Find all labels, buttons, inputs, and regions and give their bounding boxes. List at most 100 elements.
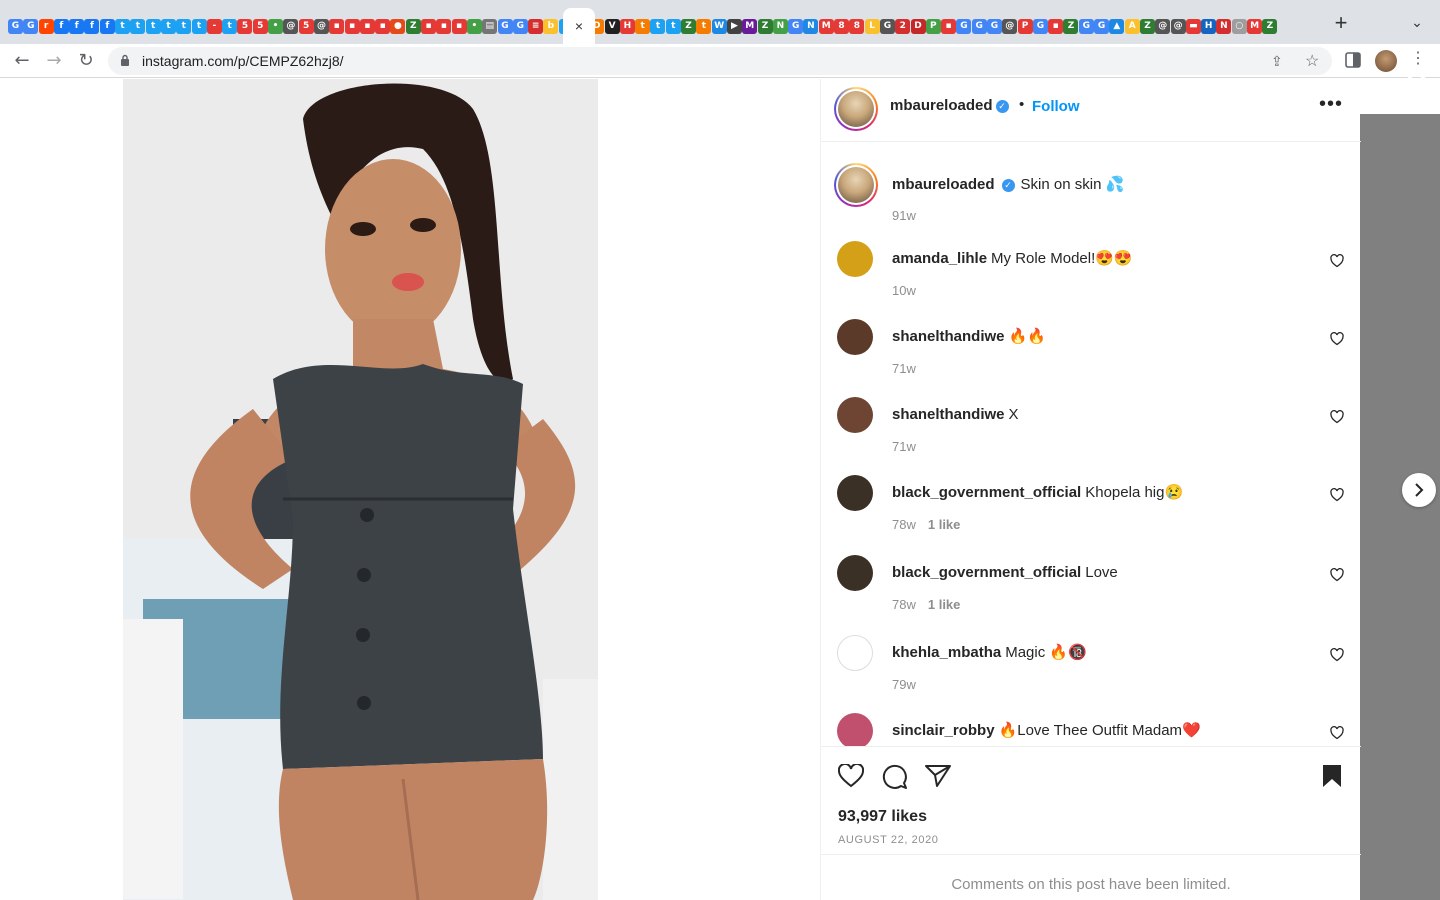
tab-favicon-icon[interactable]: t [191, 18, 207, 34]
commenter-avatar[interactable] [837, 397, 873, 433]
tab-favicon-icon[interactable]: ▤ [482, 18, 498, 34]
tab-favicon-icon[interactable]: ▪ [421, 18, 437, 34]
caption-username[interactable]: mbaureloaded [892, 176, 995, 193]
tab-favicon-icon[interactable]: V [604, 18, 620, 34]
tab-favicon-icon[interactable]: - [206, 18, 222, 34]
comment-time[interactable]: 71w [892, 439, 916, 454]
tab-search-icon[interactable]: ⌄ [1408, 14, 1426, 32]
tab-favicon-icon[interactable]: ▬ [1185, 18, 1201, 34]
tab-favicon-icon[interactable]: G [1094, 18, 1110, 34]
tab-favicon-icon[interactable]: Z [1262, 18, 1278, 34]
tab-favicon-icon[interactable]: t [665, 18, 681, 34]
tab-favicon-icon[interactable]: G [956, 18, 972, 34]
comment-like-heart-icon[interactable] [1330, 568, 1344, 582]
comment-like-heart-icon[interactable] [1330, 410, 1344, 424]
tab-favicon-icon[interactable]: @ [313, 18, 329, 34]
tab-favicon-icon[interactable]: ▪ [1048, 18, 1064, 34]
tab-favicon-icon[interactable]: H [619, 18, 635, 34]
comment-icon[interactable] [882, 764, 908, 789]
post-photo[interactable] [123, 79, 598, 900]
tab-favicon-icon[interactable]: M [818, 18, 834, 34]
tab-favicon-icon[interactable]: b [543, 18, 559, 34]
tab-favicon-icon[interactable]: t [115, 18, 131, 34]
commenter-avatar[interactable] [837, 635, 873, 671]
tab-favicon-icon[interactable]: ○ [1231, 18, 1247, 34]
tab-favicon-icon[interactable]: ▲ [1109, 18, 1125, 34]
tab-favicon-icon[interactable]: Z [681, 18, 697, 34]
tab-favicon-icon[interactable]: t [176, 18, 192, 34]
tab-favicon-icon[interactable]: G [497, 18, 513, 34]
paper-plane-icon[interactable] [925, 764, 951, 788]
likes-count[interactable]: 93,997 likes [838, 808, 927, 826]
tab-favicon-icon[interactable]: • [268, 18, 284, 34]
back-arrow-icon[interactable]: ← [10, 49, 34, 73]
comments-list[interactable]: mbaureloaded ✓ Skin on skin 💦 91w amanda_l… [821, 142, 1361, 746]
tab-favicon-icon[interactable]: P [925, 18, 941, 34]
tab-favicon-icon[interactable]: G [1078, 18, 1094, 34]
comment-like-heart-icon[interactable] [1330, 254, 1344, 268]
comment-like-heart-icon[interactable] [1330, 648, 1344, 662]
tab-favicon-icon[interactable]: r [38, 18, 54, 34]
tab-favicon-icon[interactable]: G [971, 18, 987, 34]
close-icon[interactable]: ✕ [1404, 71, 1429, 101]
tab-favicon-icon[interactable]: D [910, 18, 926, 34]
tab-favicon-icon[interactable]: ▪ [375, 18, 391, 34]
comment-like-heart-icon[interactable] [1330, 488, 1344, 502]
tab-favicon-icon[interactable]: t [635, 18, 651, 34]
tab-favicon-icon[interactable]: Z [1139, 18, 1155, 34]
tab-favicon-icon[interactable]: @ [1170, 18, 1186, 34]
new-tab-button[interactable]: + [1330, 12, 1352, 34]
tab-favicon-icon[interactable]: t [145, 18, 161, 34]
tab-favicon-icon[interactable]: @ [283, 18, 299, 34]
kebab-menu-icon[interactable]: ⋮ [1410, 48, 1426, 68]
commenter-avatar[interactable] [837, 713, 873, 746]
tab-favicon-icon[interactable]: f [84, 18, 100, 34]
comment-likes[interactable]: 1 like [928, 597, 961, 612]
tab-favicon-icon[interactable]: t [160, 18, 176, 34]
comment-time[interactable]: 71w [892, 361, 916, 376]
tab-favicon-icon[interactable]: 8 [849, 18, 865, 34]
commenter-username[interactable]: black_government_official [892, 564, 1081, 581]
comment-time[interactable]: 78w [892, 517, 916, 532]
tab-favicon-icon[interactable]: W [711, 18, 727, 34]
forward-arrow-icon[interactable]: → [42, 49, 66, 73]
tab-favicon-icon[interactable]: N [803, 18, 819, 34]
tab-favicon-icon[interactable]: ● [390, 18, 406, 34]
tab-favicon-icon[interactable]: t [130, 18, 146, 34]
commenter-avatar[interactable] [837, 241, 873, 277]
heart-icon[interactable] [838, 764, 864, 788]
tab-favicon-icon[interactable]: ▪ [359, 18, 375, 34]
tab-favicon-icon[interactable]: P [1017, 18, 1033, 34]
tab-favicon-icon[interactable]: ▪ [436, 18, 452, 34]
tab-favicon-icon[interactable]: • [466, 18, 482, 34]
tab-favicon-icon[interactable]: ▪ [941, 18, 957, 34]
bookmark-star-icon[interactable]: ☆ [1305, 51, 1319, 71]
tab-favicon-icon[interactable]: G [8, 18, 23, 34]
more-options-icon[interactable]: ••• [1319, 93, 1343, 116]
tab-favicon-icon[interactable]: ▶ [726, 18, 742, 34]
share-page-icon[interactable]: ⇪ [1271, 53, 1283, 70]
caption-time[interactable]: 91w [892, 208, 916, 223]
author-username[interactable]: mbaureloaded [890, 97, 993, 114]
tab-favicon-icon[interactable]: 5 [237, 18, 253, 34]
tab-favicon-icon[interactable]: G [512, 18, 528, 34]
tab-favicon-icon[interactable]: @ [1002, 18, 1018, 34]
tab-favicon-icon[interactable]: 2 [895, 18, 911, 34]
tab-favicon-icon[interactable]: G [879, 18, 895, 34]
tab-favicon-icon[interactable]: M [742, 18, 758, 34]
reload-icon[interactable]: ↻ [74, 49, 98, 73]
url-text[interactable]: instagram.com/p/CEMPZ62hzj8/ [142, 53, 344, 69]
tab-close-icon[interactable]: × [575, 18, 583, 34]
next-post-button[interactable] [1402, 473, 1436, 507]
tab-favicon-icon[interactable]: f [53, 18, 69, 34]
tab-favicon-icon[interactable]: G [788, 18, 804, 34]
tab-favicon-icon[interactable]: @ [1155, 18, 1171, 34]
tab-favicon-icon[interactable]: f [99, 18, 115, 34]
tab-favicon-icon[interactable]: N [772, 18, 788, 34]
tab-favicon-icon[interactable]: N [1216, 18, 1232, 34]
tab-favicon-icon[interactable]: 5 [298, 18, 314, 34]
comment-likes[interactable]: 1 like [928, 517, 961, 532]
tab-favicon-icon[interactable]: ≡ [528, 18, 544, 34]
comment-time[interactable]: 78w [892, 597, 916, 612]
commenter-username[interactable]: shanelthandiwe [892, 328, 1005, 345]
